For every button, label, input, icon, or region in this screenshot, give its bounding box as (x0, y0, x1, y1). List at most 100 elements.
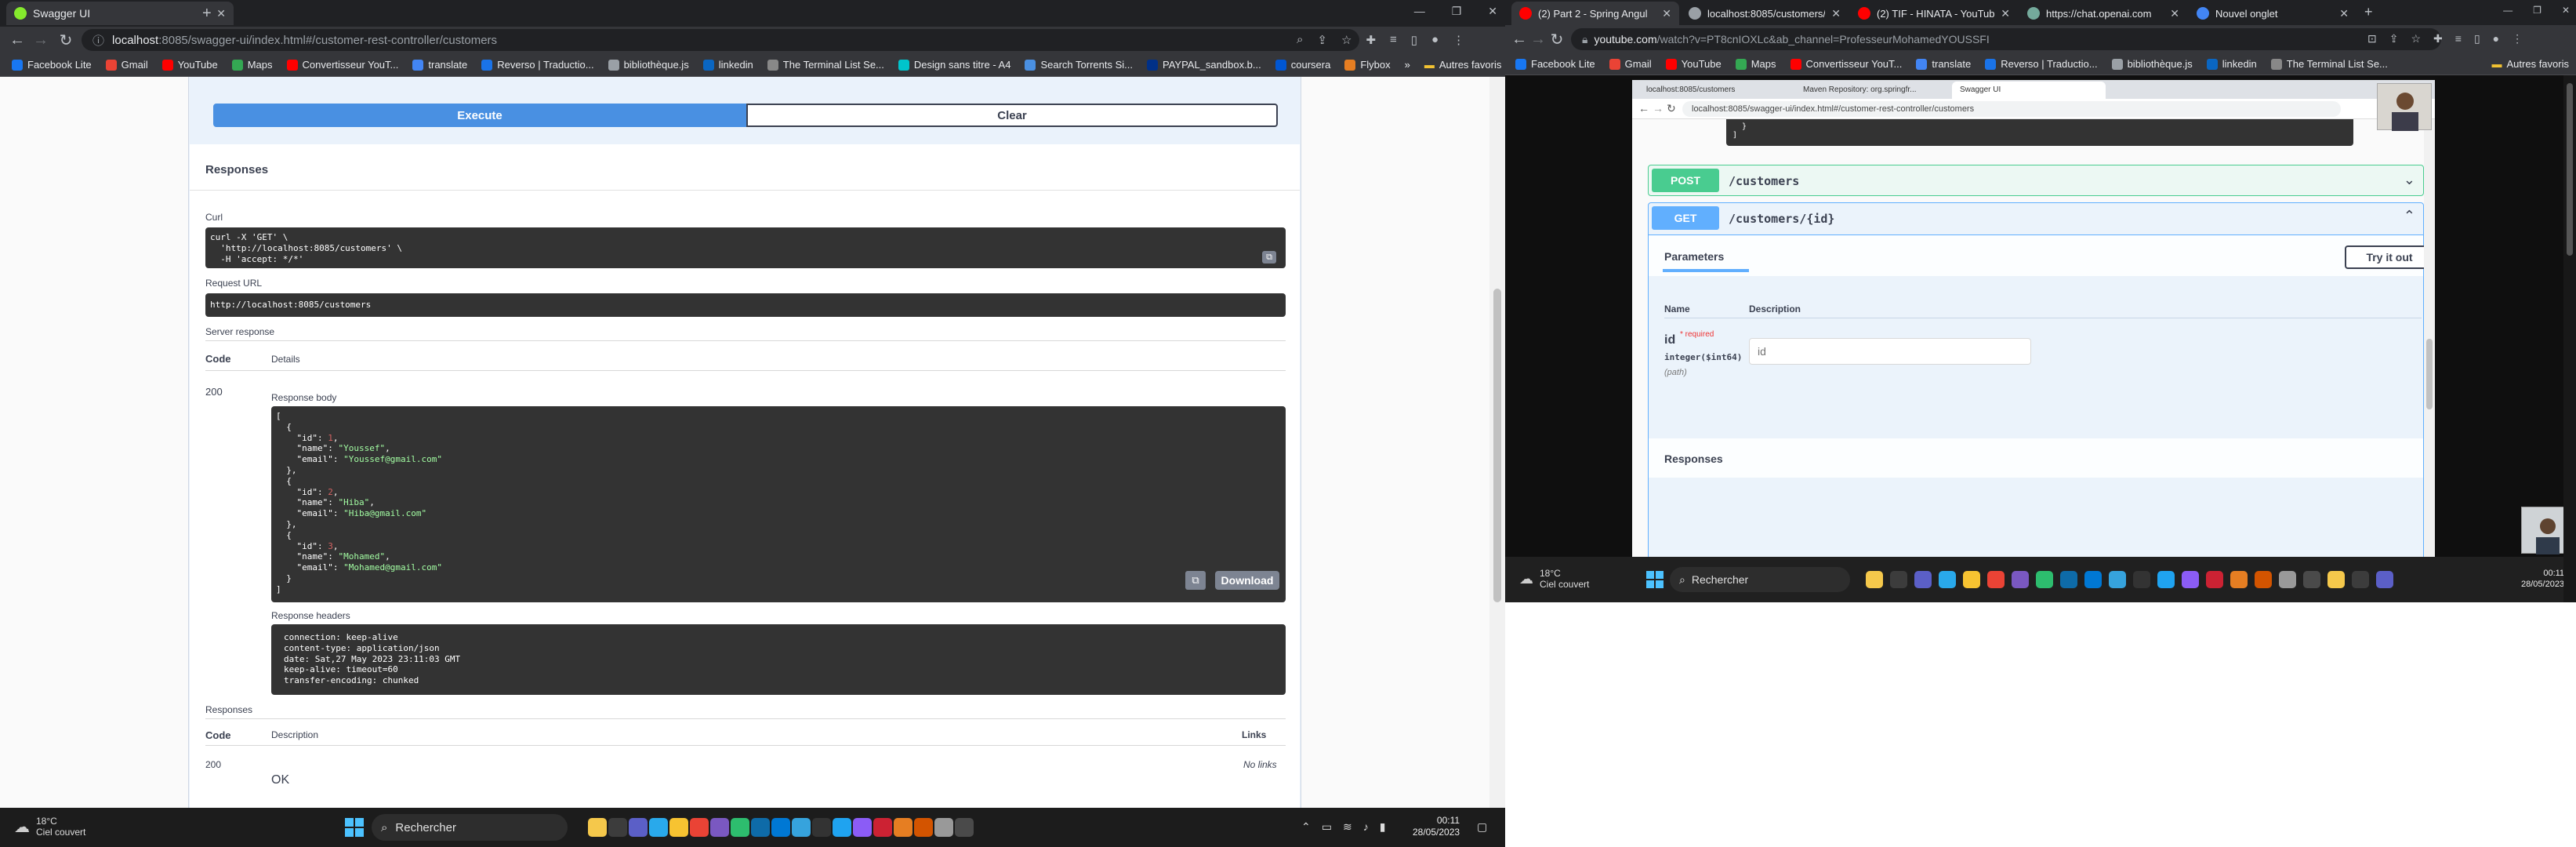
windows-start-icon[interactable] (345, 818, 364, 837)
close-tab-icon[interactable]: ✕ (1831, 7, 1841, 20)
clear-button[interactable]: Clear (746, 104, 1278, 127)
address-bar[interactable]: 🔒︎ youtube.com/watch?v=PT8cnIOXLc&ab_cha… (1571, 28, 2441, 50)
share-icon[interactable]: ⇪ (2389, 32, 2399, 45)
taskbar-app-icon[interactable] (2133, 571, 2150, 588)
forward-icon[interactable]: → (31, 31, 50, 49)
taskbar-app-icon[interactable] (629, 818, 648, 837)
bookmark-item[interactable]: Facebook Lite (5, 53, 99, 76)
clock[interactable]: 00:11 28/05/2023 (1413, 815, 1460, 838)
share-icon[interactable]: ⇪ (1317, 33, 1327, 47)
scrollbar-thumb[interactable] (1493, 289, 1501, 602)
extensions-icon[interactable]: ✚ (1366, 33, 1376, 47)
bookmark-item[interactable]: YouTube (155, 53, 225, 76)
minimize-icon[interactable]: — (1414, 5, 1425, 18)
bookmark-item[interactable]: Gmail (99, 53, 155, 76)
try-it-out-button[interactable]: Try it out (2345, 245, 2434, 269)
bookmark-item[interactable]: Reverso | Traductio... (474, 53, 600, 76)
bookmark-item[interactable]: bibliothèque.js (601, 53, 696, 76)
bookmark-item[interactable]: Convertisseur YouT... (1783, 53, 1910, 75)
bookmark-item[interactable]: translate (405, 53, 474, 76)
taskbar-app-icon[interactable] (853, 818, 872, 837)
taskbar-app-icon[interactable] (2327, 571, 2345, 588)
bookmark-item[interactable]: coursera (1268, 53, 1338, 76)
minimize-icon[interactable]: — (2503, 5, 2513, 16)
execute-button[interactable]: Execute (213, 104, 746, 127)
taskbar-app-icon[interactable] (2352, 571, 2369, 588)
bookmark-item[interactable]: Convertisseur YouT... (280, 53, 406, 76)
back-icon[interactable]: ← (8, 31, 27, 49)
taskbar-app-icon[interactable] (1939, 571, 1956, 588)
bookmarks-more-button[interactable]: » (1398, 53, 1417, 76)
taskbar-app-icon[interactable] (1987, 571, 2005, 588)
taskbar-app-icon[interactable] (2303, 571, 2320, 588)
new-tab-button[interactable]: + (2364, 4, 2373, 20)
bookmark-item[interactable]: bibliothèque.js (2105, 53, 2200, 75)
taskbar-app-icon[interactable] (1914, 571, 1932, 588)
taskbar-app-icon[interactable] (771, 818, 790, 837)
bookmark-item[interactable]: YouTube (1659, 53, 1729, 75)
close-window-icon[interactable]: ✕ (2562, 5, 2570, 16)
battery-icon[interactable]: ▮ (1380, 820, 1386, 834)
page-scrollbar[interactable] (1489, 77, 1505, 808)
taskbar-app-icon[interactable] (669, 818, 688, 837)
taskbar-app-icon[interactable] (2060, 571, 2077, 588)
youtube-scrollbar-thumb[interactable] (2567, 83, 2573, 256)
youtube-player[interactable]: localhost:8085/customers Maven Repository… (1505, 75, 2576, 602)
download-button[interactable]: Download (1215, 571, 1279, 590)
taskbar-app-icon[interactable] (2157, 571, 2175, 588)
bookmark-item[interactable]: Maps (225, 53, 280, 76)
bookmark-item[interactable]: Gmail (1602, 53, 1659, 75)
taskbar-app-icon[interactable] (2279, 571, 2296, 588)
taskbar-app-icon[interactable] (914, 818, 933, 837)
taskbar-app-icon[interactable] (1963, 571, 1980, 588)
copy-curl-button[interactable]: ⧉ (1262, 251, 1276, 264)
bookmark-item[interactable]: Maps (1729, 53, 1783, 75)
bookmark-item[interactable]: Flybox (1337, 53, 1397, 76)
taskbar-app-icon[interactable] (649, 818, 668, 837)
taskbar-app-icon[interactable] (2376, 571, 2393, 588)
youtube-scrollbar[interactable] (2563, 75, 2576, 602)
other-bookmarks-folder[interactable]: ▬ Autres favoris (1417, 53, 1505, 76)
forward-icon[interactable]: → (1529, 30, 1547, 49)
taskbar-app-icon[interactable] (2109, 571, 2126, 588)
bookmark-item[interactable]: PAYPAL_sandbox.b... (1140, 53, 1268, 76)
address-bar[interactable]: ⓘ localhost:8085/swagger-ui/index.html#/… (82, 29, 1359, 51)
notification-icon[interactable]: ▢ (1477, 820, 1487, 834)
browser-tab[interactable]: (2) Part 2 - Spring Angul ✕ (1511, 2, 1679, 25)
volume-icon[interactable]: ♪ (1363, 820, 1369, 834)
bookmark-item[interactable]: linkedin (696, 53, 760, 76)
menu-icon[interactable]: ⋮ (2512, 32, 2523, 45)
monitor-icon[interactable]: ▭ (1322, 820, 1332, 834)
bookmark-item[interactable]: translate (1909, 53, 1978, 75)
sidebar-icon[interactable]: ▯ (1411, 33, 1417, 47)
zoom-icon[interactable]: ⌕ (1297, 33, 1303, 47)
taskbar-app-icon[interactable] (2255, 571, 2272, 588)
reload-icon[interactable]: ↻ (56, 31, 75, 49)
wifi-icon[interactable]: ≋ (1343, 820, 1352, 834)
taskbar-app-icon[interactable] (1890, 571, 1907, 588)
taskbar-app-icon[interactable] (2084, 571, 2102, 588)
taskbar-app-icon[interactable] (710, 818, 729, 837)
extensions-icon[interactable]: ✚ (2433, 32, 2443, 45)
profile-icon[interactable]: ● (1431, 33, 1439, 47)
browser-tab[interactable]: Nouvel onglet ✕ (2189, 2, 2356, 25)
bookmark-item[interactable]: The Terminal List Se... (760, 53, 891, 76)
param-id-input[interactable] (1749, 338, 2031, 365)
profile-icon[interactable]: ● (2493, 32, 2499, 45)
taskbar-app-icon[interactable] (1866, 571, 1883, 588)
maximize-icon[interactable]: ❐ (2533, 5, 2542, 16)
weather-widget[interactable]: ☁ 18°C Ciel couvert (14, 816, 85, 838)
post-customers-row[interactable]: POST /customers ⌄ (1648, 165, 2424, 196)
chevron-up-icon[interactable]: ⌃ (1301, 820, 1311, 834)
taskbar-app-icon[interactable] (690, 818, 709, 837)
browser-tab[interactable]: localhost:8085/customers/5 ✕ (1681, 2, 1849, 25)
get-method-badge[interactable]: GET (1652, 206, 1719, 230)
tab-swagger-ui[interactable]: Swagger UI ✕ (6, 2, 234, 25)
taskbar-app-icon[interactable] (731, 818, 749, 837)
bookmark-item[interactable]: The Terminal List Se... (2264, 53, 2395, 75)
taskbar-app-icon[interactable] (2012, 571, 2029, 588)
close-tab-icon[interactable]: ✕ (2001, 7, 2010, 20)
taskbar-app-icon[interactable] (2206, 571, 2223, 588)
other-bookmarks-folder[interactable]: ▬ Autres favoris (2485, 53, 2576, 75)
taskbar-app-icon[interactable] (751, 818, 770, 837)
